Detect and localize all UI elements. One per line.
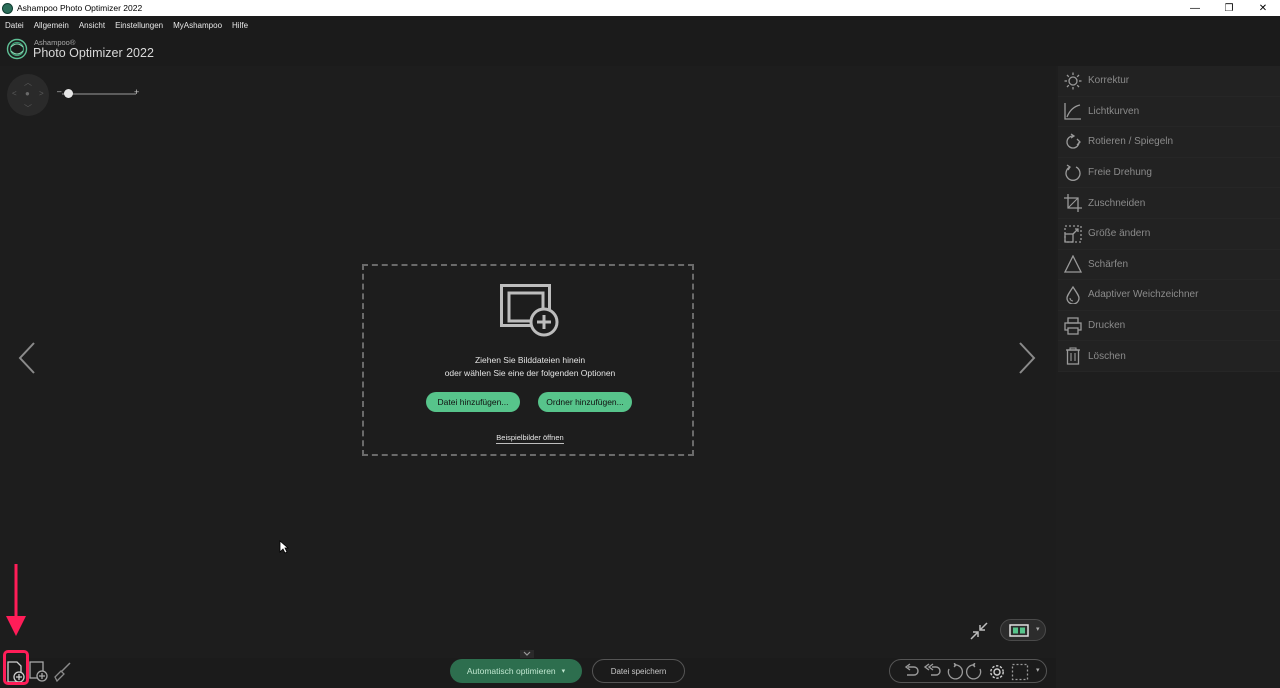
tool-schaerfen[interactable]: Schärfen — [1058, 249, 1280, 281]
ashampoo-logo-icon — [6, 38, 28, 60]
tool-groesse-aendern[interactable]: Größe ändern — [1058, 218, 1280, 250]
window-controls: — ❐ ✕ — [1178, 0, 1280, 16]
brand-product-name: Photo Optimizer 2022 — [33, 46, 154, 60]
tools-list: Korrektur Lichtkurven Rotieren / Spiegel… — [1058, 66, 1280, 372]
printer-icon — [1058, 316, 1088, 335]
tools-panel: Korrektur Lichtkurven Rotieren / Spiegel… — [1056, 66, 1280, 688]
rotate-right-icon[interactable] — [966, 663, 984, 681]
selection-icon[interactable] — [1011, 663, 1029, 681]
mouse-cursor-icon — [279, 540, 289, 554]
save-file-button[interactable]: Datei speichern — [592, 659, 685, 683]
tool-korrektur[interactable]: Korrektur — [1058, 66, 1280, 97]
zoom-in-button[interactable]: + — [134, 87, 139, 97]
menu-ansicht[interactable]: Ansicht — [74, 21, 110, 30]
nav-center-icon: ● — [25, 89, 30, 98]
menu-einstellungen[interactable]: Einstellungen — [110, 21, 168, 30]
auto-optimize-dropdown-icon[interactable]: ▾ — [562, 667, 566, 675]
drop-instruction-line1: Ziehen Sie Bilddateien hinein — [474, 355, 586, 365]
menu-myashampoo[interactable]: MyAshampoo — [168, 21, 227, 30]
crop-icon — [1058, 194, 1088, 213]
edit-actions-group: ▾ — [889, 659, 1047, 683]
maximize-button[interactable]: ❐ — [1212, 0, 1246, 16]
app-window: Ashampoo Photo Optimizer 2022 — ❐ ✕ Date… — [0, 0, 1280, 688]
close-button[interactable]: ✕ — [1246, 0, 1280, 16]
menu-hilfe[interactable]: Hilfe — [227, 21, 253, 30]
window-title: Ashampoo Photo Optimizer 2022 — [17, 3, 143, 13]
sun-icon — [1058, 72, 1088, 90]
tool-rotieren-spiegeln[interactable]: Rotieren / Spiegeln — [1058, 127, 1280, 158]
nav-up-icon: ︿ — [24, 78, 32, 87]
annotation-highlight-box — [3, 650, 29, 685]
tool-label: Lichtkurven — [1088, 105, 1140, 117]
next-image-arrow-icon[interactable] — [1016, 341, 1038, 375]
curve-icon — [1058, 102, 1088, 121]
fit-to-window-icon[interactable] — [968, 620, 990, 642]
settings-gear-icon[interactable] — [988, 663, 1006, 681]
nav-left-icon: < — [12, 89, 17, 98]
view-mode-dropdown-icon[interactable]: ▾ — [1036, 625, 1040, 633]
free-rotate-icon — [1058, 164, 1088, 182]
undo-icon[interactable] — [902, 663, 920, 679]
annotation-arrow-icon — [6, 564, 26, 636]
drop-instruction-line2: oder wählen Sie eine der folgenden Optio… — [444, 368, 616, 378]
add-folder-button[interactable]: Ordner hinzufügen... — [538, 392, 632, 412]
resize-icon — [1058, 225, 1088, 243]
tool-label: Größe ändern — [1088, 228, 1151, 240]
tool-freie-drehung[interactable]: Freie Drehung — [1058, 157, 1280, 189]
tool-label: Löschen — [1088, 350, 1126, 362]
navigation-pad[interactable]: ︿ ﹀ < > ● — [7, 74, 49, 116]
tool-drucken[interactable]: Drucken — [1058, 310, 1280, 342]
sharpen-icon — [1058, 255, 1088, 274]
tool-label: Zuschneiden — [1088, 197, 1146, 209]
app-icon — [2, 2, 13, 14]
zoom-slider[interactable] — [62, 93, 136, 95]
view-mode-toggle[interactable]: ▾ — [1000, 619, 1046, 641]
menu-allgemein[interactable]: Allgemein — [29, 21, 74, 30]
trash-icon — [1058, 347, 1088, 365]
drop-zone[interactable]: Ziehen Sie Bilddateien hinein oder wähle… — [362, 264, 694, 456]
compare-view-icon — [1009, 624, 1029, 637]
more-actions-dropdown-icon[interactable]: ▾ — [1036, 666, 1040, 674]
nav-right-icon: > — [39, 89, 44, 98]
open-samples-link[interactable]: Beispielbilder öffnen — [496, 433, 564, 444]
auto-optimize-button[interactable]: Automatisch optimieren ▾ — [450, 659, 582, 683]
drop-icon — [1058, 285, 1088, 304]
previous-image-arrow-icon[interactable] — [16, 341, 38, 375]
tool-label: Freie Drehung — [1088, 167, 1152, 179]
menu-datei[interactable]: Datei — [0, 21, 29, 30]
tool-label: Adaptiver Weichzeichner — [1088, 289, 1199, 301]
add-images-icon — [500, 284, 559, 337]
add-file-button[interactable]: Datei hinzufügen... — [426, 392, 520, 412]
chevron-down-icon — [523, 651, 531, 656]
image-canvas[interactable]: ︿ ﹀ < > ● – + Ziehen Sie Bilddateien hin… — [0, 66, 1056, 658]
zoom-out-button[interactable]: – — [57, 87, 61, 96]
rotate-left-icon[interactable] — [945, 663, 963, 681]
brand-header: Ashampoo® Photo Optimizer 2022 — [0, 34, 1280, 66]
zoom-slider-handle[interactable] — [64, 89, 73, 98]
tool-loeschen[interactable]: Löschen — [1058, 341, 1280, 372]
minimize-button[interactable]: — — [1178, 0, 1212, 16]
nav-down-icon: ﹀ — [24, 104, 32, 113]
tool-label: Drucken — [1088, 320, 1126, 332]
undo-all-icon[interactable] — [923, 663, 941, 679]
tool-label: Schärfen — [1088, 258, 1129, 270]
auto-optimize-label: Automatisch optimieren — [466, 666, 556, 676]
tool-adaptiver-weichzeichner[interactable]: Adaptiver Weichzeichner — [1058, 280, 1280, 311]
tool-zuschneiden[interactable]: Zuschneiden — [1058, 188, 1280, 219]
bottom-toolbar: Automatisch optimieren ▾ Datei speichern — [0, 658, 1056, 688]
add-folder-icon[interactable] — [29, 661, 49, 683]
rotate-icon — [1058, 133, 1088, 151]
clear-brush-icon[interactable] — [52, 661, 72, 683]
title-bar: Ashampoo Photo Optimizer 2022 — ❐ ✕ — [0, 0, 1280, 16]
tool-label: Korrektur — [1088, 75, 1130, 87]
tool-label: Rotieren / Spiegeln — [1088, 136, 1174, 148]
menu-bar: Datei Allgemein Ansicht Einstellungen My… — [0, 16, 1280, 34]
collapse-filmstrip-tab[interactable] — [520, 650, 534, 658]
tool-lichtkurven[interactable]: Lichtkurven — [1058, 96, 1280, 128]
open-samples-link-wrap: Beispielbilder öffnen — [364, 427, 696, 445]
